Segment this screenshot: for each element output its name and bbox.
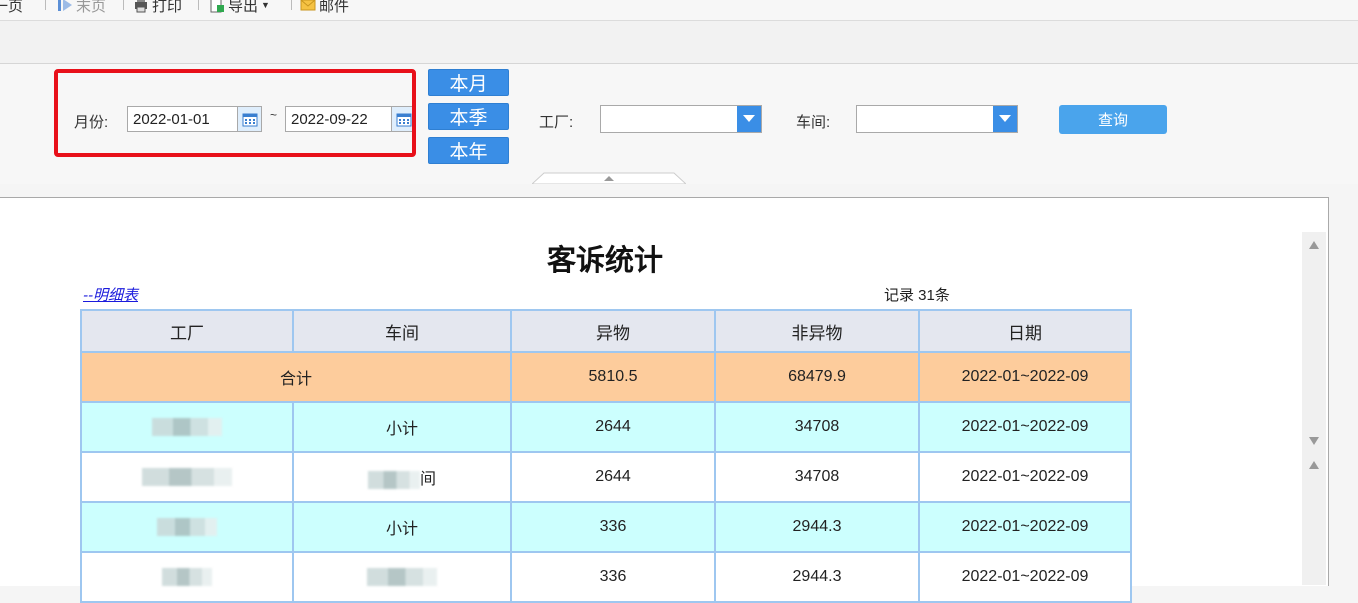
toolbar-divider [291, 0, 292, 10]
redacted-text [152, 417, 222, 436]
this-month-button[interactable]: 本月 [428, 69, 509, 96]
redacted-text [367, 567, 437, 586]
chevron-down-icon: ▼ [261, 0, 270, 10]
scroll-down-icon[interactable] [1309, 437, 1319, 445]
this-quarter-button[interactable]: 本季 [428, 103, 509, 130]
report-toolbar: 上一页 末页 打印 导出 ▼ 邮件 [0, 0, 1358, 21]
mail-icon [300, 0, 316, 11]
scroll-up-icon[interactable] [1309, 461, 1319, 469]
workshop-cell [292, 551, 512, 603]
export-label: 导出 [228, 0, 259, 15]
factory-label: 工厂: [539, 114, 574, 131]
non-foreign-cell: 2944.3 [714, 551, 920, 603]
redacted-text [142, 467, 232, 486]
search-button[interactable]: 查询 [1059, 105, 1167, 134]
date-cell: 2022-01~2022-09 [918, 501, 1132, 553]
redacted-text [162, 567, 212, 586]
table-header-row: 工厂 车间 异物 非异物 日期 [80, 309, 1132, 353]
column-header-workshop: 车间 [292, 309, 512, 353]
total-date: 2022-01~2022-09 [918, 351, 1132, 403]
toolbar-divider [123, 0, 124, 10]
printer-icon [135, 0, 147, 13]
print-button[interactable]: 打印 [133, 0, 182, 16]
factory-cell [80, 551, 294, 603]
table-row: 间 2644 34708 2022-01~2022-09 [80, 451, 1132, 503]
non-foreign-cell: 34708 [714, 401, 920, 453]
report-title: 客诉统计 [546, 245, 663, 277]
date-cell: 2022-01~2022-09 [918, 451, 1132, 503]
chevron-down-icon[interactable] [993, 106, 1017, 132]
mail-button[interactable]: 邮件 [300, 0, 349, 16]
chevron-down-icon[interactable] [737, 106, 761, 132]
workshop-label: 车间: [796, 114, 831, 131]
redacted-text [157, 517, 217, 536]
workshop-select[interactable] [856, 105, 1018, 133]
play-right-icon [58, 0, 72, 11]
factory-cell [80, 451, 294, 503]
factory-select[interactable] [600, 105, 762, 133]
print-label: 打印 [152, 0, 183, 15]
workshop-cell: 小计 [292, 401, 512, 453]
workshop-cell: 小计 [292, 501, 512, 553]
date-cell: 2022-01~2022-09 [918, 401, 1132, 453]
date-range-highlight [54, 69, 416, 157]
this-year-button[interactable]: 本年 [428, 137, 509, 164]
last-page-label: 末页 [76, 0, 107, 15]
scroll-up-icon[interactable] [1309, 241, 1319, 249]
total-label: 合计 [80, 351, 512, 403]
table-row: 小计 336 2944.3 2022-01~2022-09 [80, 501, 1132, 553]
column-header-non-foreign: 非异物 [714, 309, 920, 353]
collapse-panel-toggle[interactable] [532, 172, 686, 184]
redacted-text [367, 470, 420, 489]
foreign-cell: 2644 [510, 451, 716, 503]
workshop-cell: 间 [292, 451, 512, 503]
mail-label: 邮件 [319, 0, 350, 15]
table-row: 336 2944.3 2022-01~2022-09 [80, 551, 1132, 603]
record-count: 记录 31条 [884, 287, 950, 304]
total-non-foreign: 68479.9 [714, 351, 920, 403]
export-button[interactable]: 导出 ▼ [209, 0, 270, 16]
column-header-factory: 工厂 [80, 309, 294, 353]
last-page-button[interactable]: 末页 [57, 0, 106, 16]
foreign-cell: 336 [510, 551, 716, 603]
foreign-cell: 2644 [510, 401, 716, 453]
non-foreign-cell: 2944.3 [714, 501, 920, 553]
workshop-name: 间 [419, 471, 436, 488]
total-foreign: 5810.5 [510, 351, 716, 403]
column-header-foreign: 异物 [510, 309, 716, 353]
toolbar-divider [198, 0, 199, 10]
toolbar-divider [45, 0, 46, 10]
export-icon [210, 0, 224, 13]
toolbar-subbar [0, 21, 1358, 64]
stats-table: 工厂 车间 异物 非异物 日期 合计 5810.5 68479.9 2022-0… [80, 309, 1132, 603]
column-header-date: 日期 [918, 309, 1132, 353]
factory-cell [80, 401, 294, 453]
prev-page-label: 上一页 [0, 0, 24, 15]
foreign-cell: 336 [510, 501, 716, 553]
non-foreign-cell: 34708 [714, 451, 920, 503]
factory-cell [80, 501, 294, 553]
vertical-scrollbar[interactable] [1302, 232, 1326, 585]
date-cell: 2022-01~2022-09 [918, 551, 1132, 603]
table-row: 小计 2644 34708 2022-01~2022-09 [80, 401, 1132, 453]
detail-table-link[interactable]: --明细表 [83, 284, 138, 305]
prev-page-button[interactable]: 上一页 [0, 0, 23, 16]
total-row: 合计 5810.5 68479.9 2022-01~2022-09 [80, 351, 1132, 403]
